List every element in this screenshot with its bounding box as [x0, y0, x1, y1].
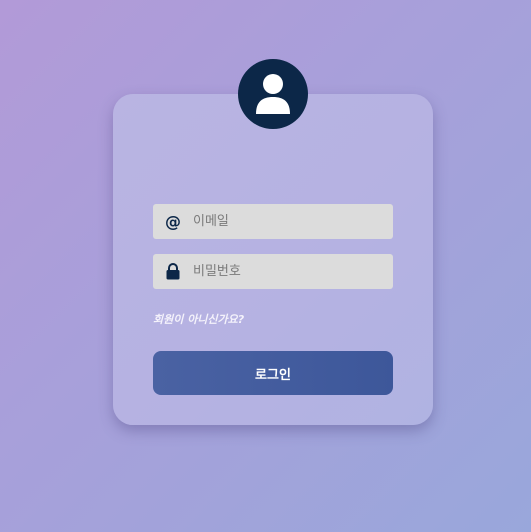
avatar — [238, 59, 308, 129]
signup-link[interactable]: 회원이 아니신가요? — [153, 311, 244, 327]
email-input[interactable] — [193, 204, 388, 239]
login-button[interactable]: 로그인 — [153, 351, 393, 395]
lock-icon — [153, 254, 193, 289]
user-icon — [256, 74, 290, 114]
password-input[interactable] — [193, 254, 388, 289]
email-field[interactable]: @ — [153, 204, 393, 239]
at-icon: @ — [165, 211, 181, 231]
password-field[interactable] — [153, 254, 393, 289]
